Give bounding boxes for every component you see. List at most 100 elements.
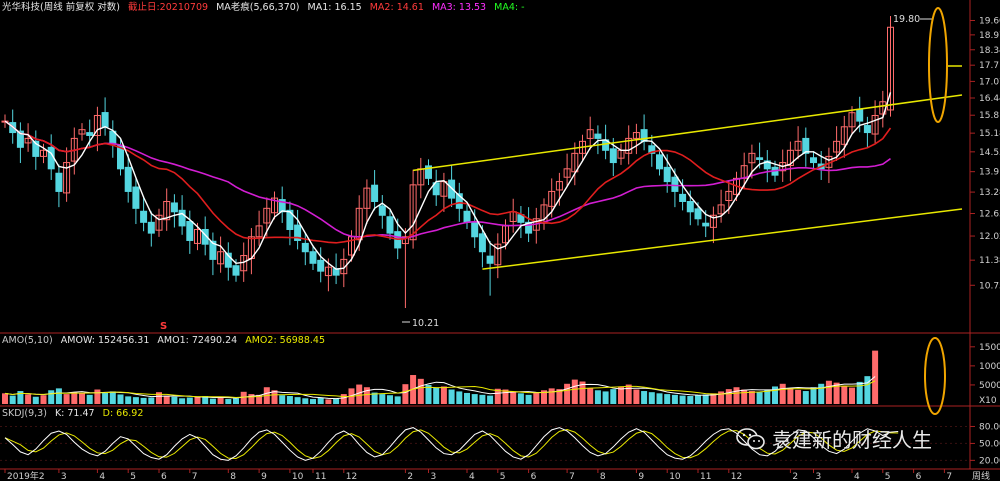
candle-body <box>448 179 456 199</box>
amo2-value: AMO2: 56988.45 <box>245 335 326 346</box>
time-axis-label: 7 <box>192 472 198 481</box>
ma-group-label[interactable]: MA老痕(5,66,370) <box>216 2 299 13</box>
main-header: 光华科技(周线 前复权 对数) 截止日:20210709 MA老痕(5,66,3… <box>2 2 530 14</box>
volume-bar <box>664 394 671 404</box>
time-axis-label: 6 <box>531 472 537 481</box>
candle-body <box>147 221 155 234</box>
kdj-title[interactable]: SKDJ(9,3) <box>2 408 47 419</box>
candle-body <box>478 233 486 253</box>
volume-bar <box>687 395 694 404</box>
ma4-value: MA4: - <box>494 2 525 13</box>
volume-bar <box>109 391 116 404</box>
volume-bar <box>779 383 786 404</box>
volume-bar <box>186 397 193 404</box>
price-axis-label: 10.75 <box>979 281 1000 291</box>
amo-axis-label: 5000 <box>979 381 1000 391</box>
sell-signal-marker: S <box>160 321 167 332</box>
volume-bar <box>63 394 70 404</box>
time-axis-label: 10 <box>669 472 681 481</box>
volume-bar <box>433 387 440 404</box>
amo1-value: AMO1: 72490.24 <box>157 335 238 346</box>
volume-bar <box>233 398 239 404</box>
volume-highlight <box>924 337 946 415</box>
candle-body <box>463 210 471 223</box>
time-axis-label: 11 <box>315 472 326 481</box>
volume-bar <box>695 395 701 404</box>
volume-bar <box>656 393 663 404</box>
candle-body <box>55 172 63 192</box>
volume-bar <box>225 399 232 404</box>
time-axis-label: 3 <box>816 472 822 481</box>
price-axis-label: 18.34 <box>979 46 1000 56</box>
time-axis-label: 9 <box>261 472 267 481</box>
time-axis-label: 3 <box>61 472 67 481</box>
volume-bar <box>55 388 62 404</box>
volume-bar <box>402 384 409 404</box>
volume-bar <box>872 350 879 404</box>
candle-body <box>663 166 671 183</box>
time-axis-label: 5 <box>130 472 136 481</box>
volume-bar <box>602 391 609 404</box>
candle-body <box>594 133 602 139</box>
kdj-d-value: D: 66.92 <box>102 408 144 419</box>
candle-body <box>471 221 479 238</box>
kdj-axis-label: 20.00 <box>979 456 1000 466</box>
price-axis-label: 11.38 <box>979 256 1000 266</box>
candle-body <box>702 222 710 227</box>
volume-bar <box>25 394 32 404</box>
volume-bar <box>841 386 848 404</box>
candle-body <box>301 242 309 253</box>
volume-bar <box>571 379 578 404</box>
volume-bar <box>564 383 571 404</box>
ma3-line <box>4 120 891 239</box>
candle-body <box>863 125 871 134</box>
candle-body <box>186 221 194 241</box>
volume-bar <box>171 396 178 404</box>
volume-bar <box>448 389 455 404</box>
time-axis-label: 9 <box>638 472 644 481</box>
price-axis-label: 17.71 <box>979 61 1000 71</box>
stock-chart[interactable]: 19.60 18.97 18.34 17.71 17.07 16.44 15.81 15.18… <box>0 0 1000 481</box>
volume-bar <box>548 388 555 404</box>
high-price-label: 19.80 <box>893 14 920 25</box>
candle-body <box>686 200 694 213</box>
price-axis-label: 19.60 <box>979 16 1000 26</box>
price-axis-label: 14.55 <box>979 148 1000 158</box>
volume-bar <box>148 397 155 404</box>
candle-body <box>124 166 132 192</box>
time-axis-label: 5 <box>500 472 506 481</box>
ma1-value: MA1: 16.15 <box>307 2 362 13</box>
ma2-value: MA2: 14.61 <box>369 2 424 13</box>
kdj-axis-label: 50.00 <box>979 439 1000 449</box>
candle-body <box>86 132 94 136</box>
candle-body <box>856 109 864 122</box>
time-axis-label: 8 <box>230 472 236 481</box>
time-axis-label: 2019年2 <box>7 470 45 481</box>
candle-body <box>802 137 810 154</box>
amo-header: AMO(5,10) AMOW: 152456.31 AMO1: 72490.24… <box>2 335 330 347</box>
time-axis-label: 6 <box>161 472 167 481</box>
time-axis-label: 7 <box>569 472 575 481</box>
volume-bar <box>440 386 447 404</box>
volume-bar <box>748 391 755 404</box>
price-axis-label: 16.44 <box>979 94 1000 104</box>
time-axis-label: 2 <box>407 472 413 481</box>
volume-bar <box>117 394 124 404</box>
volume-bar <box>818 383 825 404</box>
volume-bar <box>102 392 109 404</box>
candle-body <box>378 205 386 216</box>
volume-bar <box>94 389 101 404</box>
volume-bar <box>333 398 340 404</box>
volume-bar <box>456 391 463 404</box>
candle-body <box>232 265 240 276</box>
amo-title[interactable]: AMO(5,10) <box>2 335 53 346</box>
candle-body <box>170 202 178 213</box>
volume-bar <box>633 389 640 404</box>
ma3-value: MA3: 13.53 <box>431 2 487 13</box>
time-axis-label: 11 <box>700 472 711 481</box>
time-axis-label: 5 <box>885 472 891 481</box>
period-label: 周线 <box>972 470 990 481</box>
volume-bar <box>510 391 517 404</box>
volume-bar <box>356 384 363 404</box>
candle-body <box>140 210 148 223</box>
